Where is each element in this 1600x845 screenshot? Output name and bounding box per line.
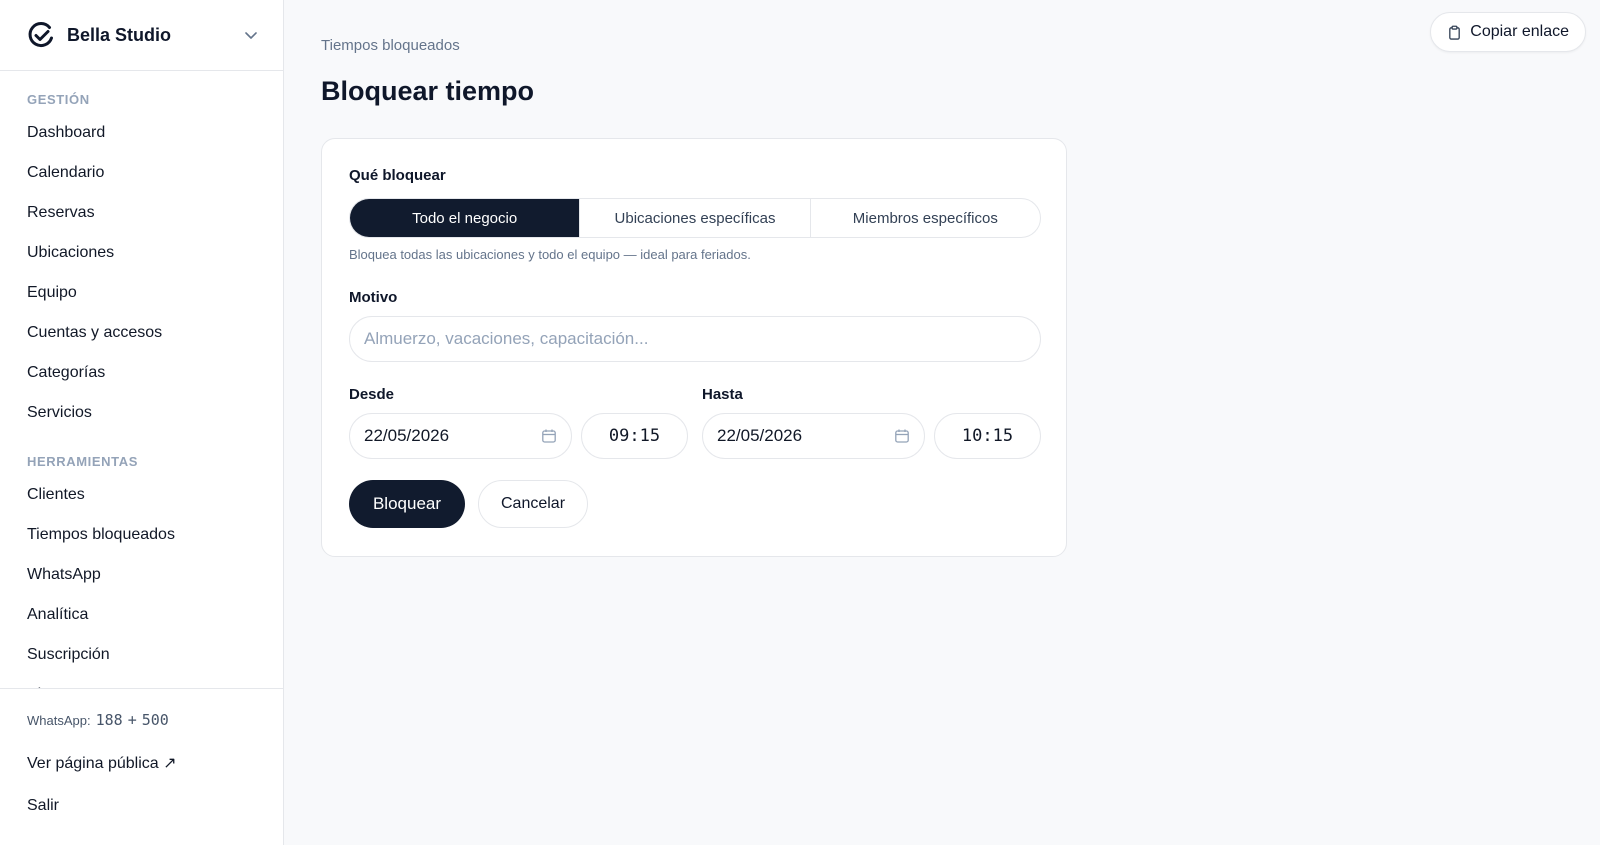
sidebar-item-calendario[interactable]: Calendario [0, 153, 283, 193]
sidebar-item-cuentas[interactable]: Cuentas y accesos [0, 313, 283, 353]
sidebar-item-tiempos-bloqueados[interactable]: Tiempos bloqueados [0, 515, 283, 555]
chevron-down-icon [245, 32, 257, 39]
from-date-input[interactable]: 22/05/2026 [349, 413, 572, 459]
sidebar-item-reservas[interactable]: Reservas [0, 193, 283, 233]
block-time-form: Qué bloquear Todo el negocio Ubicaciones… [321, 138, 1067, 557]
whatsapp-quota: WhatsApp: 188 + 500 [27, 711, 257, 729]
cancel-button[interactable]: Cancelar [478, 480, 588, 528]
sidebar-item-servicios[interactable]: Servicios [0, 393, 283, 433]
sidebar-item-dashboard[interactable]: Dashboard [0, 113, 283, 153]
scope-option-locations[interactable]: Ubicaciones específicas [580, 199, 811, 237]
reason-input[interactable]: Almuerzo, vacaciones, capacitación... [349, 316, 1041, 362]
to-date-value: 22/05/2026 [717, 426, 803, 445]
public-page-link[interactable]: Ver página pública ↗ [27, 753, 257, 773]
sidebar-item-categorias[interactable]: Categorías [0, 353, 283, 393]
brand-logo-icon [28, 22, 53, 48]
clipboard-icon [1449, 25, 1461, 40]
sidebar-nav: GESTIÓN Dashboard Calendario Reservas Ub… [0, 71, 283, 688]
scope-option-whole-business[interactable]: Todo el negocio [350, 199, 581, 237]
whatsapp-quota-plus: + [127, 711, 137, 729]
scope-segmented-control: Todo el negocio Ubicaciones específicas … [349, 198, 1041, 238]
whatsapp-quota-label: WhatsApp: [27, 713, 91, 728]
copy-link-label: Copiar enlace [1470, 23, 1569, 40]
copy-link-button[interactable]: Copiar enlace [1430, 12, 1586, 52]
sidebar-footer: WhatsApp: 188 + 500 Ver página pública ↗… [0, 688, 284, 845]
to-date-input[interactable]: 22/05/2026 [702, 413, 925, 459]
block-submit-button[interactable]: Bloquear [349, 480, 465, 528]
breadcrumb[interactable]: Tiempos bloqueados [321, 37, 460, 54]
from-time-input[interactable]: 09:15 [581, 413, 688, 459]
logout-link[interactable]: Salir [27, 797, 257, 815]
reason-label: Motivo [349, 289, 398, 306]
business-name: Bella Studio [67, 24, 172, 45]
sidebar-item-whatsapp[interactable]: WhatsApp [0, 555, 283, 595]
sidebar-item-analitica[interactable]: Analítica [0, 595, 283, 635]
nav-section-herramientas: HERRAMIENTAS [27, 454, 138, 469]
from-label: Desde [349, 386, 395, 403]
nav-section-gestion: GESTIÓN [27, 92, 90, 107]
nav-section-spacer [0, 433, 283, 449]
sidebar: Bella Studio GESTIÓN Dashboard Calendari… [0, 0, 284, 845]
to-time-input[interactable]: 10:15 [934, 413, 1041, 459]
page-title: Bloquear tiempo [321, 76, 535, 106]
calendar-icon[interactable] [894, 428, 910, 444]
sidebar-item-suscripcion[interactable]: Suscripción [0, 635, 283, 675]
sidebar-item-ajustes[interactable]: Ajustes [0, 675, 283, 688]
sidebar-item-equipo[interactable]: Equipo [0, 273, 283, 313]
from-date-value: 22/05/2026 [364, 426, 450, 445]
whatsapp-quota-used: 188 [95, 711, 123, 729]
whatsapp-quota-extra: 500 [141, 711, 169, 729]
calendar-icon[interactable] [541, 428, 557, 444]
sidebar-item-clientes[interactable]: Clientes [0, 475, 283, 515]
scope-label: Qué bloquear [349, 167, 446, 184]
to-label: Hasta [702, 386, 743, 403]
business-switcher[interactable]: Bella Studio [0, 0, 283, 71]
scope-option-members[interactable]: Miembros específicos [811, 199, 1040, 237]
scope-hint: Bloquea todas las ubicaciones y todo el … [349, 247, 751, 262]
sidebar-item-ubicaciones[interactable]: Ubicaciones [0, 233, 283, 273]
